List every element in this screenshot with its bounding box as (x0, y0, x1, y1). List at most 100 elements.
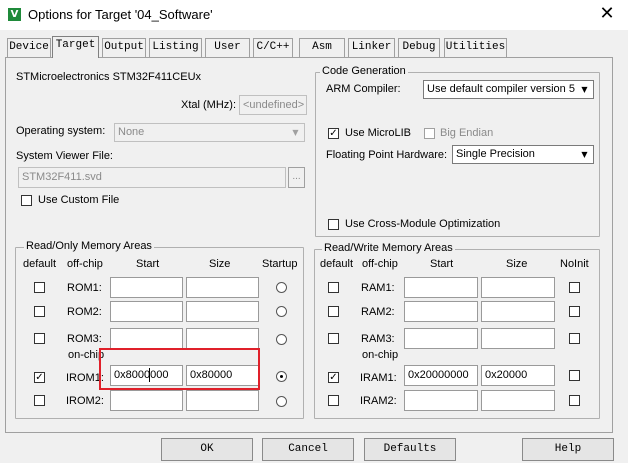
rw-header-start: Start (430, 258, 454, 270)
arm-compiler-select[interactable]: Use default compiler version 5 ▼ (423, 80, 594, 99)
fpu-value: Single Precision (456, 148, 535, 160)
rom1-default-checkbox[interactable] (34, 282, 45, 293)
tab-output[interactable]: Output (102, 38, 146, 57)
ram1-label: RAM1: (361, 282, 395, 294)
tab-c-cpp[interactable]: C/C++ (253, 38, 293, 57)
iram2-noinit-checkbox[interactable] (569, 395, 580, 406)
cancel-button[interactable]: Cancel (262, 438, 354, 461)
radio-selected-dot (280, 375, 283, 378)
big-endian-label: Big Endian (440, 127, 494, 139)
xtal-field[interactable]: <undefined> (239, 95, 307, 115)
arm-compiler-value: Use default compiler version 5 (427, 83, 575, 95)
rw-onchip-label: on-chip (362, 349, 399, 361)
iram1-start-field[interactable]: 0x20000000 (404, 365, 478, 386)
iram2-start-field[interactable] (404, 390, 478, 411)
cross-module-checkbox[interactable] (328, 219, 339, 230)
iram1-label: IRAM1: (360, 372, 397, 384)
irom2-startup-radio[interactable] (276, 396, 287, 407)
ro-header-startup: Startup (262, 258, 298, 270)
microlib-checkbox[interactable]: ✓ (328, 128, 339, 139)
rom3-startup-radio[interactable] (276, 334, 287, 345)
iram2-label: IRAM2: (360, 395, 397, 407)
help-button[interactable]: Help (522, 438, 614, 461)
iram2-default-checkbox[interactable] (328, 395, 339, 406)
big-endian-checkbox[interactable] (424, 128, 435, 139)
iram1-size-field[interactable]: 0x20000 (481, 365, 555, 386)
rom2-default-checkbox[interactable] (34, 306, 45, 317)
check-icon: ✓ (329, 372, 338, 383)
irom1-default-checkbox[interactable]: ✓ (34, 372, 45, 383)
ram1-default-checkbox[interactable] (328, 282, 339, 293)
irom2-size-field[interactable] (186, 390, 259, 411)
svd-browse-button[interactable]: ... (288, 167, 305, 188)
tab-utilities[interactable]: Utilities (444, 38, 507, 57)
use-custom-file-checkbox[interactable] (21, 195, 32, 206)
microlib-label: Use MicroLIB (345, 127, 412, 139)
fpu-label: Floating Point Hardware: (326, 149, 448, 161)
window-title: Options for Target '04_Software' (28, 7, 213, 22)
rom1-label: ROM1: (67, 282, 102, 294)
ram1-size-field[interactable] (481, 277, 555, 298)
irom1-startup-radio[interactable] (276, 371, 287, 382)
ro-header-size: Size (209, 258, 231, 270)
os-select[interactable]: None ▼ (114, 123, 305, 142)
rw-header-noinit: NoInit (560, 258, 589, 270)
ram2-start-field[interactable] (404, 301, 478, 322)
ram2-default-checkbox[interactable] (328, 306, 339, 317)
ram3-size-field[interactable] (481, 328, 555, 349)
ro-header-default: default (23, 258, 57, 270)
arm-compiler-label: ARM Compiler: (326, 83, 401, 95)
rom2-startup-radio[interactable] (276, 306, 287, 317)
irom2-default-checkbox[interactable] (34, 395, 45, 406)
ram2-noinit-checkbox[interactable] (569, 306, 580, 317)
tab-listing[interactable]: Listing (149, 38, 202, 57)
ram2-label: RAM2: (361, 306, 395, 318)
chevron-down-icon: ▼ (581, 150, 588, 159)
ram1-start-field[interactable] (404, 277, 478, 298)
svd-field[interactable]: STM32F411.svd (18, 167, 286, 188)
ram3-start-field[interactable] (404, 328, 478, 349)
check-icon: ✓ (329, 128, 338, 139)
ram3-noinit-checkbox[interactable] (569, 333, 580, 344)
rom1-size-field[interactable] (186, 277, 259, 298)
tab-target[interactable]: Target (52, 36, 99, 58)
defaults-button[interactable]: Defaults (364, 438, 456, 461)
ram1-noinit-checkbox[interactable] (569, 282, 580, 293)
xtal-label: Xtal (MHz): (181, 99, 236, 111)
device-name: STMicroelectronics STM32F411CEUx (16, 71, 202, 83)
ro-header-offchip: off-chip (67, 258, 103, 270)
rom3-size-field[interactable] (186, 328, 259, 349)
ram2-size-field[interactable] (481, 301, 555, 322)
os-label: Operating system: (16, 125, 106, 137)
rw-header-default: default (320, 258, 354, 270)
ro-memory-title: Read/Only Memory Areas (24, 240, 154, 252)
tab-debug[interactable]: Debug (398, 38, 440, 57)
tab-device[interactable]: Device (7, 38, 51, 57)
tab-asm[interactable]: Asm (299, 38, 345, 57)
rom3-default-checkbox[interactable] (34, 333, 45, 344)
rom1-startup-radio[interactable] (276, 282, 287, 293)
irom2-start-field[interactable] (110, 390, 183, 411)
fpu-select[interactable]: Single Precision ▼ (452, 145, 594, 164)
irom2-label: IROM2: (66, 395, 104, 407)
cross-module-label: Use Cross-Module Optimization (345, 218, 501, 230)
close-icon[interactable]: ✕ (596, 3, 618, 25)
svd-label: System Viewer File: (16, 150, 113, 162)
rom1-start-field[interactable] (110, 277, 183, 298)
rom3-start-field[interactable] (110, 328, 183, 349)
chevron-down-icon: ▼ (581, 85, 588, 94)
ram3-default-checkbox[interactable] (328, 333, 339, 344)
tab-linker[interactable]: Linker (348, 38, 395, 57)
iram1-default-checkbox[interactable]: ✓ (328, 372, 339, 383)
rom2-size-field[interactable] (186, 301, 259, 322)
check-icon: ✓ (35, 372, 44, 383)
chevron-down-icon: ▼ (292, 128, 299, 137)
ro-header-start: Start (136, 258, 160, 270)
iram2-size-field[interactable] (481, 390, 555, 411)
os-select-value: None (118, 126, 145, 138)
rom2-start-field[interactable] (110, 301, 183, 322)
ok-button[interactable]: OK (161, 438, 253, 461)
iram1-noinit-checkbox[interactable] (569, 370, 580, 381)
keil-app-icon: V (8, 8, 21, 21)
tab-user[interactable]: User (205, 38, 250, 57)
